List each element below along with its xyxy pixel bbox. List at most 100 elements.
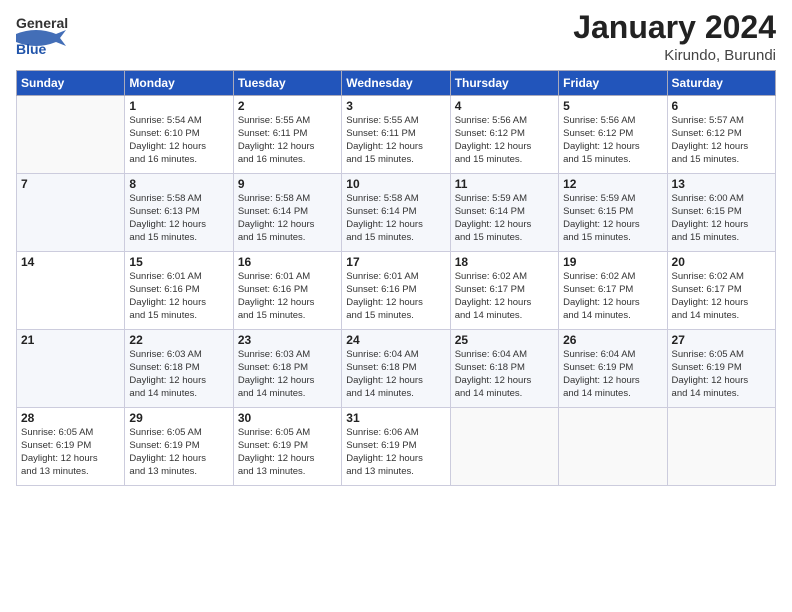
calendar-cell: 21	[17, 330, 125, 408]
day-number: 24	[346, 333, 445, 347]
day-info: Sunrise: 5:59 AMSunset: 6:15 PMDaylight:…	[563, 193, 662, 244]
calendar-cell: 30 Sunrise: 6:05 AMSunset: 6:19 PMDayligh…	[233, 408, 341, 486]
week-row-4: 21 22 Sunrise: 6:03 AMSunset: 6:18 PMDayli…	[17, 330, 776, 408]
calendar-cell	[450, 408, 558, 486]
calendar-cell: 10Sunrise: 5:58 AMSunset: 6:14 PMDayligh…	[342, 174, 450, 252]
calendar-cell: 8 Sunrise: 5:58 AMSunset: 6:13 PMDaylight…	[125, 174, 233, 252]
day-number: 27	[672, 333, 771, 347]
calendar-cell: 25 Sunrise: 6:04 AMSunset: 6:18 PMDayligh…	[450, 330, 558, 408]
calendar-cell: 14	[17, 252, 125, 330]
day-number: 30	[238, 411, 337, 425]
calendar-cell: 19 Sunrise: 6:02 AMSunset: 6:17 PMDayligh…	[559, 252, 667, 330]
day-info: Sunrise: 6:06 AMSunset: 6:19 PMDaylight:…	[346, 427, 445, 478]
col-header-wednesday: Wednesday	[342, 71, 450, 96]
calendar-cell	[667, 408, 775, 486]
day-info: Sunrise: 6:02 AMSunset: 6:17 PMDaylight:…	[563, 271, 662, 322]
day-number: 20	[672, 255, 771, 269]
week-row-3: 14 15 Sunrise: 6:01 AMSunset: 6:16 PMDayli…	[17, 252, 776, 330]
day-info: Sunrise: 5:55 AMSunset: 6:11 PMDaylight:…	[346, 115, 445, 166]
calendar-cell: 23 Sunrise: 6:03 AMSunset: 6:18 PMDayligh…	[233, 330, 341, 408]
day-number: 22	[129, 333, 228, 347]
day-info: Sunrise: 6:05 AMSunset: 6:19 PMDaylight:…	[21, 427, 120, 478]
calendar-subtitle: Kirundo, Burundi	[573, 47, 776, 64]
day-number: 25	[455, 333, 554, 347]
week-row-5: 28 Sunrise: 6:05 AMSunset: 6:19 PMDayligh…	[17, 408, 776, 486]
day-number: 16	[238, 255, 337, 269]
calendar-cell: 9Sunrise: 5:58 AMSunset: 6:14 PMDaylight…	[233, 174, 341, 252]
day-number: 2	[238, 99, 337, 113]
day-info: Sunrise: 5:58 AMSunset: 6:13 PMDaylight:…	[129, 193, 228, 244]
day-info: Sunrise: 5:57 AMSunset: 6:12 PMDaylight:…	[672, 115, 771, 166]
day-number: 8	[129, 177, 228, 191]
col-header-tuesday: Tuesday	[233, 71, 341, 96]
calendar-cell: 6Sunrise: 5:57 AMSunset: 6:12 PMDaylight…	[667, 96, 775, 174]
title-area: January 2024 Kirundo, Burundi	[573, 10, 776, 64]
day-number: 21	[21, 333, 120, 347]
day-info: Sunrise: 6:01 AMSunset: 6:16 PMDaylight:…	[238, 271, 337, 322]
logo-area: General Blue	[16, 10, 96, 61]
calendar-cell: 17Sunrise: 6:01 AMSunset: 6:16 PMDayligh…	[342, 252, 450, 330]
header-row: SundayMondayTuesdayWednesdayThursdayFrid…	[17, 71, 776, 96]
col-header-saturday: Saturday	[667, 71, 775, 96]
col-header-friday: Friday	[559, 71, 667, 96]
calendar-cell: 1 Sunrise: 5:54 AMSunset: 6:10 PMDaylight…	[125, 96, 233, 174]
calendar-cell: 31Sunrise: 6:06 AMSunset: 6:19 PMDayligh…	[342, 408, 450, 486]
day-info: Sunrise: 6:05 AMSunset: 6:19 PMDaylight:…	[672, 349, 771, 400]
day-info: Sunrise: 6:01 AMSunset: 6:16 PMDaylight:…	[129, 271, 228, 322]
day-info: Sunrise: 6:03 AMSunset: 6:18 PMDaylight:…	[129, 349, 228, 400]
calendar-cell: 11 Sunrise: 5:59 AMSunset: 6:14 PMDayligh…	[450, 174, 558, 252]
calendar-cell: 13Sunrise: 6:00 AMSunset: 6:15 PMDayligh…	[667, 174, 775, 252]
day-info: Sunrise: 5:59 AMSunset: 6:14 PMDaylight:…	[455, 193, 554, 244]
calendar-cell	[559, 408, 667, 486]
day-number: 4	[455, 99, 554, 113]
calendar-cell: 5Sunrise: 5:56 AMSunset: 6:12 PMDaylight…	[559, 96, 667, 174]
calendar-cell: 2Sunrise: 5:55 AMSunset: 6:11 PMDaylight…	[233, 96, 341, 174]
svg-text:Blue: Blue	[16, 41, 47, 56]
day-number: 10	[346, 177, 445, 191]
calendar-cell: 18Sunrise: 6:02 AMSunset: 6:17 PMDayligh…	[450, 252, 558, 330]
day-number: 14	[21, 255, 120, 269]
col-header-thursday: Thursday	[450, 71, 558, 96]
day-info: Sunrise: 6:02 AMSunset: 6:17 PMDaylight:…	[672, 271, 771, 322]
svg-text:General: General	[16, 15, 68, 31]
day-info: Sunrise: 5:54 AMSunset: 6:10 PMDaylight:…	[129, 115, 228, 166]
calendar-cell: 7	[17, 174, 125, 252]
day-number: 11	[455, 177, 554, 191]
day-info: Sunrise: 6:05 AMSunset: 6:19 PMDaylight:…	[238, 427, 337, 478]
calendar-cell: 26Sunrise: 6:04 AMSunset: 6:19 PMDayligh…	[559, 330, 667, 408]
day-number: 28	[21, 411, 120, 425]
day-info: Sunrise: 6:03 AMSunset: 6:18 PMDaylight:…	[238, 349, 337, 400]
day-info: Sunrise: 6:02 AMSunset: 6:17 PMDaylight:…	[455, 271, 554, 322]
day-number: 19	[563, 255, 662, 269]
calendar-cell	[17, 96, 125, 174]
calendar-cell: 28 Sunrise: 6:05 AMSunset: 6:19 PMDayligh…	[17, 408, 125, 486]
calendar-title: January 2024	[573, 10, 776, 45]
day-number: 17	[346, 255, 445, 269]
day-info: Sunrise: 5:56 AMSunset: 6:12 PMDaylight:…	[455, 115, 554, 166]
header: General Blue January 2024 Kirundo, Burun…	[16, 10, 776, 64]
calendar-cell: 16 Sunrise: 6:01 AMSunset: 6:16 PMDayligh…	[233, 252, 341, 330]
calendar-cell: 20 Sunrise: 6:02 AMSunset: 6:17 PMDayligh…	[667, 252, 775, 330]
day-number: 12	[563, 177, 662, 191]
day-number: 3	[346, 99, 445, 113]
calendar-cell: 12 Sunrise: 5:59 AMSunset: 6:15 PMDayligh…	[559, 174, 667, 252]
day-number: 23	[238, 333, 337, 347]
week-row-1: 1 Sunrise: 5:54 AMSunset: 6:10 PMDaylight…	[17, 96, 776, 174]
day-info: Sunrise: 6:04 AMSunset: 6:19 PMDaylight:…	[563, 349, 662, 400]
day-number: 13	[672, 177, 771, 191]
week-row-2: 78 Sunrise: 5:58 AMSunset: 6:13 PMDayligh…	[17, 174, 776, 252]
day-number: 15	[129, 255, 228, 269]
day-number: 29	[129, 411, 228, 425]
day-number: 1	[129, 99, 228, 113]
calendar-cell: 22 Sunrise: 6:03 AMSunset: 6:18 PMDayligh…	[125, 330, 233, 408]
col-header-sunday: Sunday	[17, 71, 125, 96]
calendar-cell: 27 Sunrise: 6:05 AMSunset: 6:19 PMDayligh…	[667, 330, 775, 408]
day-info: Sunrise: 6:04 AMSunset: 6:18 PMDaylight:…	[455, 349, 554, 400]
page: General Blue January 2024 Kirundo, Burun…	[0, 0, 792, 612]
calendar-cell: 4 Sunrise: 5:56 AMSunset: 6:12 PMDaylight…	[450, 96, 558, 174]
day-info: Sunrise: 6:05 AMSunset: 6:19 PMDaylight:…	[129, 427, 228, 478]
calendar-cell: 29 Sunrise: 6:05 AMSunset: 6:19 PMDayligh…	[125, 408, 233, 486]
logo: General Blue	[16, 10, 96, 61]
day-info: Sunrise: 5:56 AMSunset: 6:12 PMDaylight:…	[563, 115, 662, 166]
day-number: 9	[238, 177, 337, 191]
